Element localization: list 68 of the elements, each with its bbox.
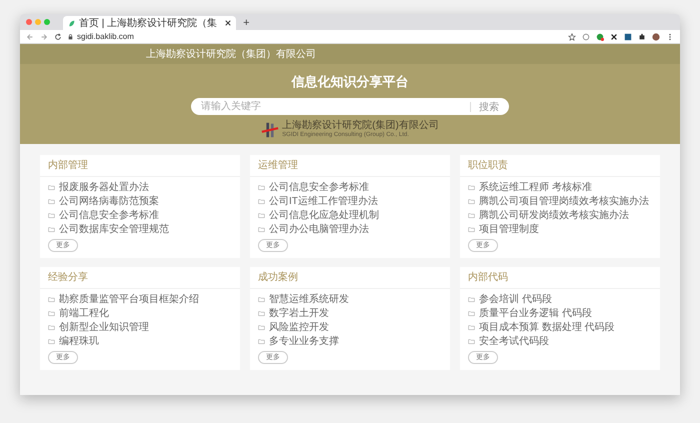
folder-icon xyxy=(258,185,265,190)
folder-icon xyxy=(258,227,265,232)
folder-icon xyxy=(468,297,475,302)
lock-icon xyxy=(68,34,73,40)
folder-icon xyxy=(48,213,55,218)
article-link[interactable]: 公司IT运维工作管理办法 xyxy=(269,196,378,207)
company-name[interactable]: 上海勘察设计研究院（集团）有限公司 xyxy=(146,47,316,61)
logo-icon xyxy=(261,120,280,138)
section-title: 成功案例 xyxy=(250,267,450,289)
article-link[interactable]: 勘察质量监管平台项目框架介绍 xyxy=(59,294,199,305)
browser-tab[interactable]: 首页 | 上海勘察设计研究院（集 xyxy=(63,16,236,30)
close-icon[interactable] xyxy=(225,20,232,26)
article-link[interactable]: 创新型企业知识管理 xyxy=(59,322,149,333)
article-link[interactable]: 多专业业务支撑 xyxy=(269,336,339,347)
article-link[interactable]: 公司办公电脑管理办法 xyxy=(269,224,369,235)
folder-icon xyxy=(468,339,475,344)
folder-icon xyxy=(48,199,55,204)
folder-icon xyxy=(48,311,55,316)
folder-icon xyxy=(48,227,55,232)
article-link[interactable]: 公司信息化应急处理机制 xyxy=(269,210,379,221)
folder-icon xyxy=(468,227,475,232)
folder-icon xyxy=(48,339,55,344)
leaf-icon xyxy=(68,20,75,26)
section-title: 内部管理 xyxy=(40,155,240,177)
folder-icon xyxy=(468,325,475,330)
folder-icon xyxy=(48,325,55,330)
folder-icon xyxy=(48,297,55,302)
article-link[interactable]: 报废服务器处置办法 xyxy=(59,182,149,193)
section-title: 经验分享 xyxy=(40,267,240,289)
star-icon[interactable] xyxy=(568,32,576,40)
folder-icon xyxy=(468,185,475,190)
folder-icon xyxy=(468,213,475,218)
folder-icon xyxy=(468,199,475,204)
article-link[interactable]: 数字岩土开发 xyxy=(269,308,329,319)
logo-name: 上海勘察设计研究院(集团)有限公司 xyxy=(282,120,439,131)
article-link[interactable]: 安全考试代码段 xyxy=(479,336,549,347)
article-link[interactable]: 腾凯公司研发岗绩效考核实施办法 xyxy=(479,210,629,221)
folder-icon xyxy=(258,311,265,316)
site-title: 信息化知识分享平台 xyxy=(292,73,408,91)
folder-icon xyxy=(258,325,265,330)
article-link[interactable]: 公司信息安全参考标准 xyxy=(59,210,159,221)
folder-icon xyxy=(258,297,265,302)
folder-icon xyxy=(258,199,265,204)
avatar-icon[interactable] xyxy=(652,32,660,40)
reload-icon[interactable] xyxy=(54,32,62,40)
folder-icon xyxy=(468,311,475,316)
article-link[interactable]: 公司网络病毒防范预案 xyxy=(59,196,159,207)
article-link[interactable]: 编程珠玑 xyxy=(59,336,99,347)
folder-icon xyxy=(48,185,55,190)
article-link[interactable]: 项目管理制度 xyxy=(479,224,539,235)
folder-icon xyxy=(258,339,265,344)
folder-icon xyxy=(258,213,265,218)
section-title: 运维管理 xyxy=(250,155,450,177)
new-tab-button[interactable]: + xyxy=(239,16,254,30)
article-link[interactable]: 智慧运维系统研发 xyxy=(269,294,349,305)
puzzle-icon[interactable] xyxy=(638,32,646,40)
article-link[interactable]: 前端工程化 xyxy=(59,308,109,319)
article-link[interactable]: 参会培训 代码段 xyxy=(479,294,552,305)
article-link[interactable]: 项目成本预算 数据处理 代码段 xyxy=(479,322,615,333)
article-link[interactable]: 腾凯公司项目管理岗绩效考核实施办法 xyxy=(479,196,649,207)
article-link[interactable]: 系统运维工程师 考核标准 xyxy=(479,182,592,193)
article-link[interactable]: 公司数据库安全管理规范 xyxy=(59,224,169,235)
article-link[interactable]: 公司信息安全参考标准 xyxy=(269,182,369,193)
section-title: 内部代码 xyxy=(460,267,660,289)
section-title: 职位职责 xyxy=(460,155,660,177)
article-link[interactable]: 质量平台业务逻辑 代码段 xyxy=(479,308,592,319)
address-bar[interactable]: sgidi.baklib.com xyxy=(68,31,576,42)
article-link[interactable]: 风险监控开发 xyxy=(269,322,329,333)
